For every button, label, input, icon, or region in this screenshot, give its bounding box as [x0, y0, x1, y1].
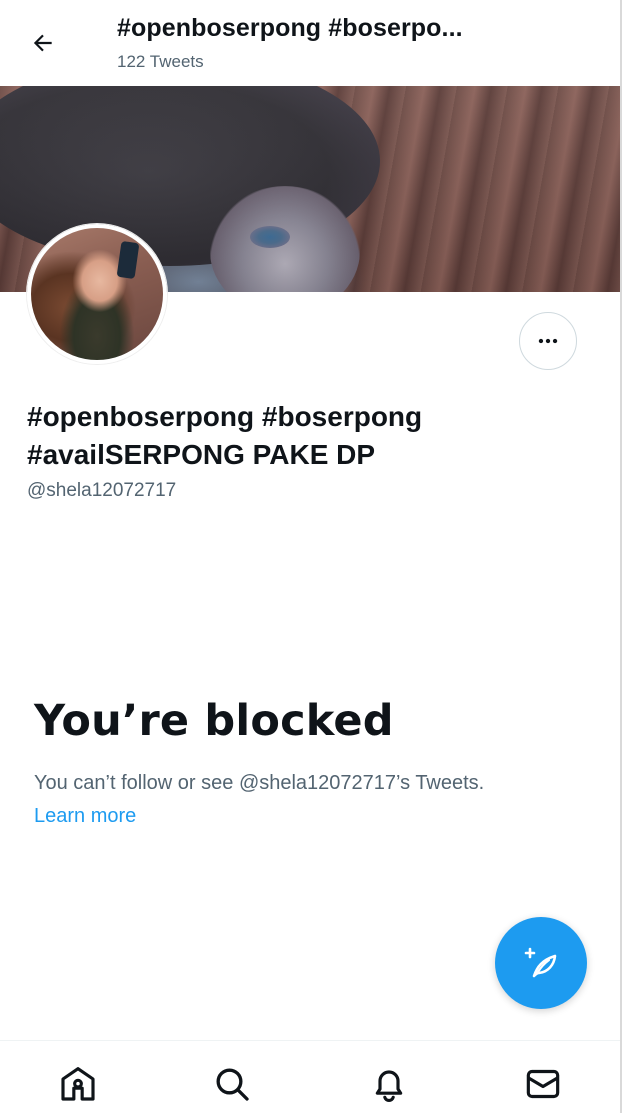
header-title: #openboserpong #boserpo...: [117, 14, 463, 42]
compose-tweet-icon: [524, 947, 557, 978]
back-button[interactable]: [26, 26, 60, 60]
home-icon: [61, 1067, 95, 1101]
nav-home[interactable]: [55, 1061, 101, 1107]
header-tweet-count: 122 Tweets: [117, 52, 204, 71]
search-icon: [216, 1068, 249, 1101]
learn-more-link[interactable]: Learn more: [34, 805, 136, 828]
blocked-message: You can’t follow or see @shela12072717’s…: [34, 772, 485, 794]
profile-handle: @shela12072717: [27, 480, 177, 501]
nav-search[interactable]: [209, 1061, 255, 1107]
more-horizontal-icon: [538, 338, 558, 344]
nav-messages[interactable]: [520, 1061, 566, 1107]
back-arrow-icon: [33, 34, 52, 52]
top-header: #openboserpong #boserpo... 122 Tweets: [0, 0, 620, 86]
bottom-nav: [0, 1040, 620, 1113]
display-name-line-2: #availSERPONG PAKE DP: [27, 439, 376, 470]
avatar[interactable]: [27, 224, 167, 364]
nav-notifications[interactable]: [366, 1061, 412, 1107]
more-options-button[interactable]: [519, 312, 577, 370]
notifications-bell-icon: [375, 1070, 403, 1102]
profile-screen: #openboserpong #boserpo... 122 Tweets #o…: [0, 0, 622, 1113]
messages-mail-icon: [526, 1069, 560, 1099]
compose-tweet-button[interactable]: [495, 917, 587, 1009]
profile-display-name: #openboserpong #boserpong #availSERPONG …: [27, 398, 587, 474]
blocked-title: You’re blocked: [34, 696, 394, 746]
display-name-line-1: #openboserpong #boserpong: [27, 401, 423, 432]
